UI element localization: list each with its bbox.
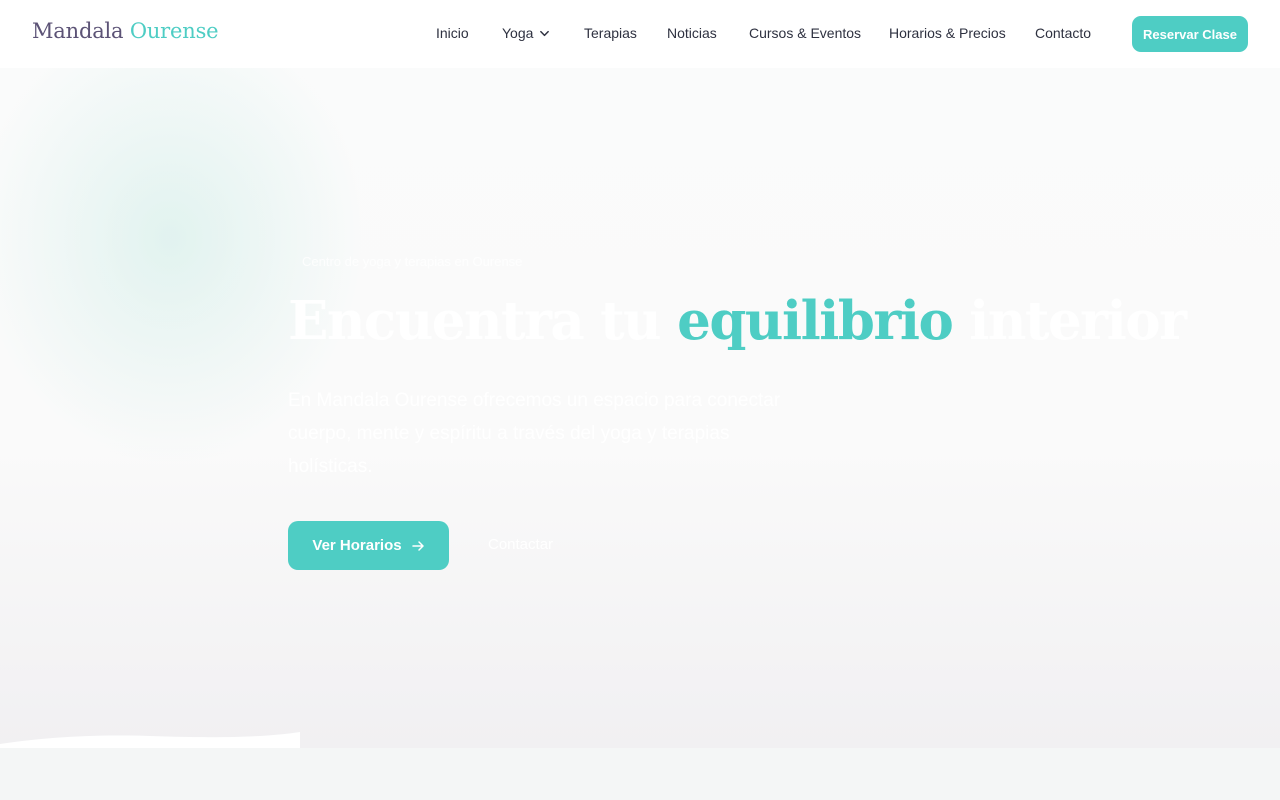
nav-item-label: Inicio [436,25,469,41]
view-schedule-button[interactable]: Ver Horarios [288,521,449,570]
book-class-label: Reservar Clase [1143,26,1237,42]
headline-text-after: interior [969,290,1187,352]
nav-item-label: Cursos & Eventos [749,25,862,41]
view-schedule-label: Ver Horarios [312,537,402,554]
hero-section: Centro de yoga y terapias en Ourense Enc… [0,68,1280,748]
next-section [0,748,1280,800]
nav-item-inicio[interactable]: Inicio [436,25,469,41]
nav-item-cursos-eventos[interactable]: Cursos & Eventos [749,25,861,41]
chevron-down-icon [540,30,550,36]
wave-divider [0,732,300,748]
nav-item-label: Yoga [502,25,534,41]
nav-item-label: Contacto [1035,25,1092,41]
nav-item-label: Horarios & Precios [889,25,1006,41]
headline-accent-word: equilibrio [677,290,954,352]
nav-item-horarios-precios[interactable]: Horarios & Precios [889,25,1006,41]
nav-item-label: Terapias [584,25,637,41]
hero-tagline: Centro de yoga y terapias en Ourense [302,254,523,269]
contact-button-label: Contactar [488,536,554,553]
nav-item-label: Noticias [667,25,717,41]
nav-item-yoga[interactable]: Yoga [502,25,550,41]
site-header: Mandala Ourense Inicio Yoga Terapias Not… [0,0,1280,68]
hero-subtitle: En Mandala Ourense ofrecemos un espacio … [288,390,781,477]
hero-headline: Encuentra tu equilibrio interior [288,290,1187,354]
main-navigation: Inicio Yoga Terapias Noticias Cursos & E… [0,0,1280,68]
nav-item-terapias[interactable]: Terapias [584,25,637,41]
nav-item-noticias[interactable]: Noticias [667,25,717,41]
arrow-right-icon [411,540,424,551]
contact-button[interactable]: Contactar [488,536,553,553]
nav-item-contacto[interactable]: Contacto [1035,25,1091,41]
book-class-button[interactable]: Reservar Clase [1132,16,1248,52]
headline-text-before: Encuentra tu [288,290,662,352]
